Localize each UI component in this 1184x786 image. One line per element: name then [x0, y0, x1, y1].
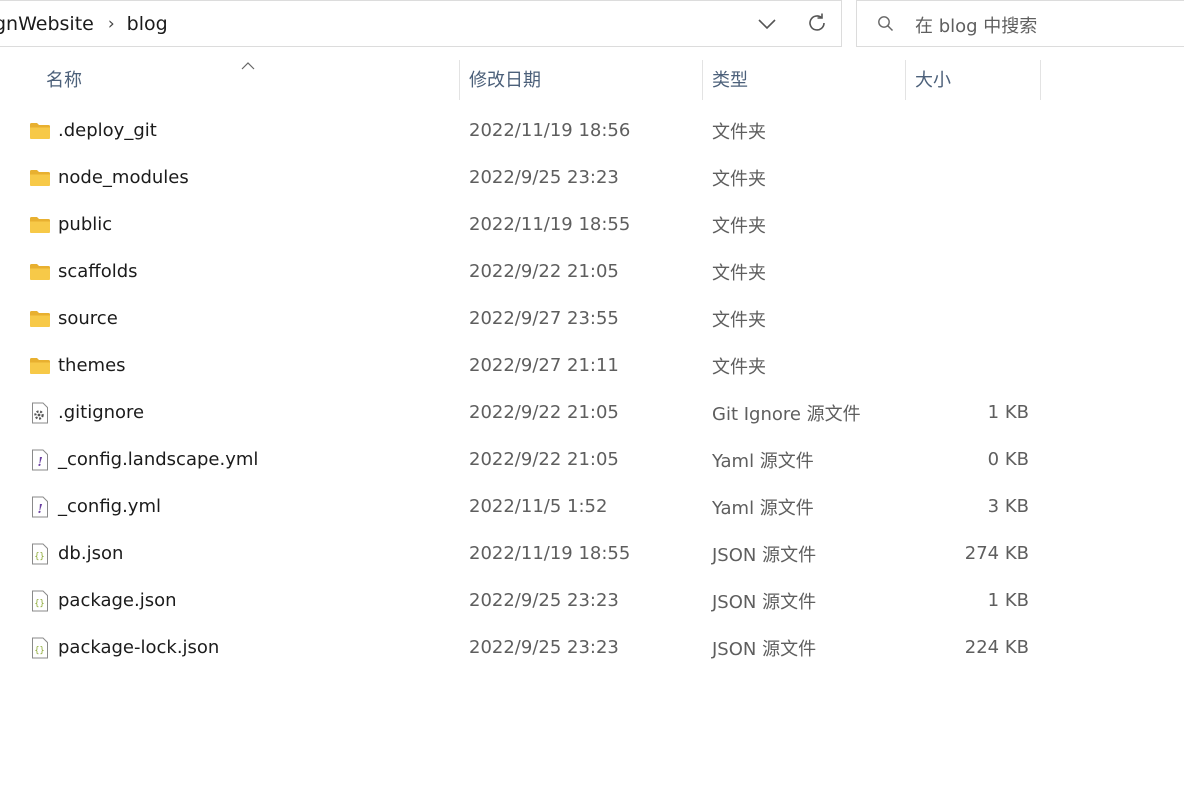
address-bar[interactable]: gnWebsite › blog [0, 0, 842, 47]
column-header-name[interactable]: 名称 [46, 56, 82, 102]
search-placeholder: 在 blog 中搜索 [915, 16, 1038, 37]
folder-icon [28, 354, 52, 378]
file-row[interactable]: node_modules 2022/9/25 23:23 文件夹 [0, 154, 1184, 201]
search-input[interactable]: 在 blog 中搜索 [856, 0, 1184, 47]
file-type: JSON 源文件 [712, 638, 817, 660]
file-name: .deploy_git [58, 120, 157, 141]
file-size: 224 KB [964, 637, 1029, 658]
file-name: db.json [58, 543, 124, 564]
file-type: JSON 源文件 [712, 591, 817, 613]
yaml-file-icon: ! [28, 448, 52, 472]
svg-text:{}: {} [34, 599, 44, 609]
file-name: themes [58, 355, 126, 376]
file-size: 274 KB [964, 543, 1029, 564]
file-name: node_modules [58, 167, 189, 188]
file-name: public [58, 214, 113, 235]
file-size: 1 KB [987, 402, 1029, 423]
file-row[interactable]: .gitignore 2022/9/22 21:05 Git Ignore 源文件 1… [0, 389, 1184, 436]
file-row[interactable]: public 2022/11/19 18:55 文件夹 [0, 201, 1184, 248]
file-type: Git Ignore 源文件 [712, 403, 861, 425]
file-type: 文件夹 [712, 356, 766, 378]
file-name: scaffolds [58, 261, 138, 282]
gear-file-icon [28, 401, 52, 425]
file-modified-date: 2022/9/25 23:23 [469, 637, 619, 658]
file-name: .gitignore [58, 402, 145, 423]
json-file-icon: {} [28, 542, 52, 566]
column-header-modified[interactable]: 修改日期 [469, 56, 541, 102]
file-row[interactable]: themes 2022/9/27 21:11 文件夹 [0, 342, 1184, 389]
file-type: 文件夹 [712, 121, 766, 143]
file-modified-date: 2022/9/25 23:23 [469, 590, 619, 611]
folder-icon [28, 213, 52, 237]
column-divider[interactable] [702, 60, 703, 100]
column-divider[interactable] [1040, 60, 1041, 100]
file-type: 文件夹 [712, 309, 766, 331]
file-size: 0 KB [987, 449, 1029, 470]
file-row[interactable]: {} db.json 2022/11/19 18:55 JSON 源文件 274 KB [0, 530, 1184, 577]
svg-text:!: ! [38, 455, 43, 469]
folder-icon [28, 307, 52, 331]
file-name: package-lock.json [58, 637, 220, 658]
column-header-size[interactable]: 大小 [915, 56, 951, 102]
file-modified-date: 2022/9/25 23:23 [469, 167, 619, 188]
folder-icon [28, 119, 52, 143]
file-modified-date: 2022/11/19 18:55 [469, 214, 631, 235]
file-name: package.json [58, 590, 177, 611]
breadcrumb-item-gnwebsite[interactable]: gnWebsite [0, 13, 94, 35]
file-modified-date: 2022/11/5 1:52 [469, 496, 608, 517]
folder-icon [28, 260, 52, 284]
file-list: .deploy_git 2022/11/19 18:56 文件夹 node_modu… [0, 107, 1184, 671]
svg-text:{}: {} [34, 646, 44, 656]
breadcrumb-item-blog[interactable]: blog [127, 13, 168, 35]
svg-text:!: ! [38, 502, 43, 516]
column-header-type[interactable]: 类型 [712, 56, 748, 102]
column-header-row: 名称 修改日期 类型 大小 [0, 56, 1184, 102]
column-divider[interactable] [459, 60, 460, 100]
file-type: Yaml 源文件 [712, 450, 814, 472]
breadcrumb-separator-icon[interactable]: › [108, 14, 115, 34]
json-file-icon: {} [28, 636, 52, 660]
file-modified-date: 2022/11/19 18:56 [469, 120, 631, 141]
file-row[interactable]: scaffolds 2022/9/22 21:05 文件夹 [0, 248, 1184, 295]
file-row[interactable]: source 2022/9/27 23:55 文件夹 [0, 295, 1184, 342]
file-modified-date: 2022/9/22 21:05 [469, 402, 619, 423]
navigation-bar: gnWebsite › blog 在 blog 中搜索 [0, 0, 1184, 48]
file-modified-date: 2022/9/27 21:11 [469, 355, 619, 376]
file-size: 1 KB [987, 590, 1029, 611]
search-icon [875, 13, 897, 35]
file-name: _config.yml [58, 496, 161, 517]
file-row[interactable]: {} package-lock.json 2022/9/25 23:23 JSON … [0, 624, 1184, 671]
file-type: 文件夹 [712, 262, 766, 284]
file-modified-date: 2022/11/19 18:55 [469, 543, 631, 564]
sort-ascending-icon [240, 56, 256, 70]
file-type: 文件夹 [712, 168, 766, 190]
column-divider[interactable] [905, 60, 906, 100]
file-row[interactable]: {} package.json 2022/9/25 23:23 JSON 源文件 1 … [0, 577, 1184, 624]
file-size: 3 KB [987, 496, 1029, 517]
file-name: source [58, 308, 118, 329]
file-modified-date: 2022/9/22 21:05 [469, 449, 619, 470]
yaml-file-icon: ! [28, 495, 52, 519]
json-file-icon: {} [28, 589, 52, 613]
file-type: JSON 源文件 [712, 544, 817, 566]
file-type: Yaml 源文件 [712, 497, 814, 519]
svg-text:{}: {} [34, 552, 44, 562]
chevron-down-icon[interactable] [756, 13, 778, 35]
file-row[interactable]: ! _config.landscape.yml 2022/9/22 21:05 Ya… [0, 436, 1184, 483]
file-type: 文件夹 [712, 215, 766, 237]
breadcrumb: gnWebsite › blog [0, 1, 168, 47]
refresh-icon[interactable] [804, 10, 830, 36]
file-name: _config.landscape.yml [58, 449, 259, 470]
file-modified-date: 2022/9/22 21:05 [469, 261, 619, 282]
folder-icon [28, 166, 52, 190]
file-row[interactable]: .deploy_git 2022/11/19 18:56 文件夹 [0, 107, 1184, 154]
file-modified-date: 2022/9/27 23:55 [469, 308, 619, 329]
file-row[interactable]: ! _config.yml 2022/11/5 1:52 Yaml 源文件 3 KB [0, 483, 1184, 530]
